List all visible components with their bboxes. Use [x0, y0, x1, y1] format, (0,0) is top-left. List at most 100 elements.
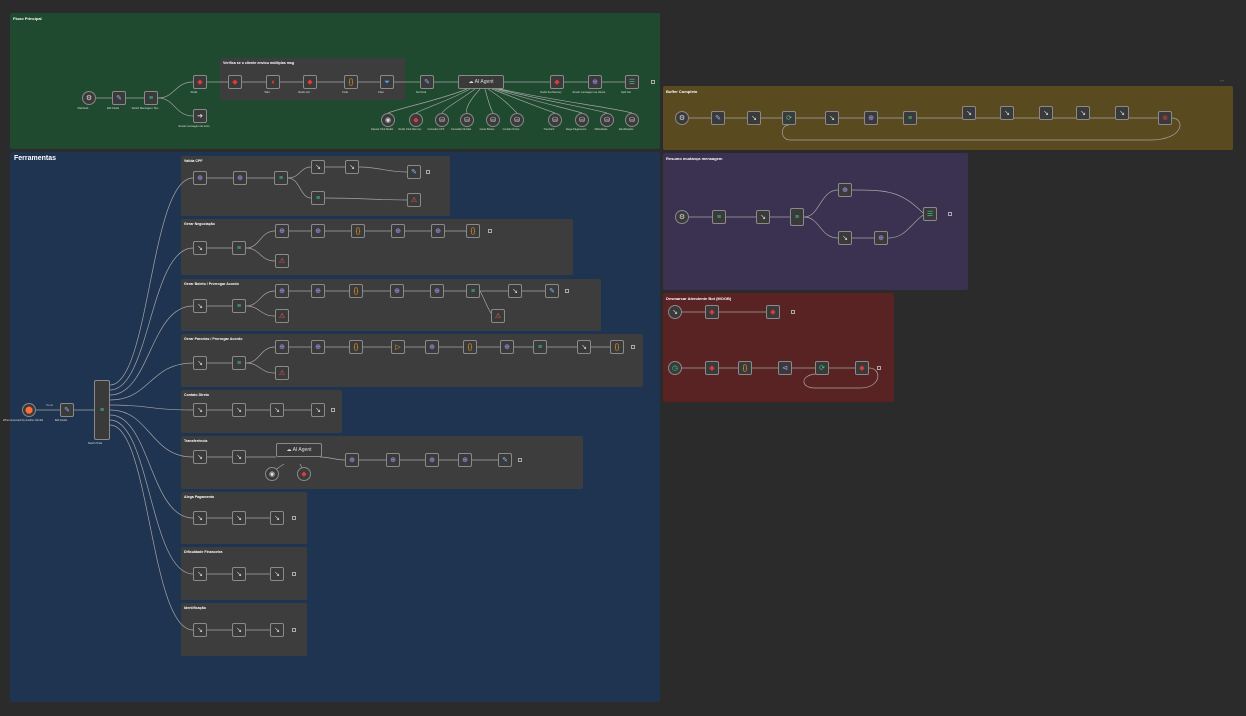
http-node[interactable]: ⊕	[874, 231, 888, 245]
http-node[interactable]: ⊕	[838, 183, 852, 197]
tool-node[interactable]: ↘	[232, 511, 246, 525]
tool-node[interactable]: ↘	[1115, 106, 1129, 120]
tool-node[interactable]: ↘	[193, 241, 207, 255]
tool-node[interactable]: ↘	[838, 231, 852, 245]
switch-tools-node[interactable]: ≡	[94, 380, 110, 440]
http-node[interactable]: ⊕	[233, 171, 247, 185]
http-node[interactable]: ⊕	[345, 453, 359, 467]
tool-subnode[interactable]: ⛁	[486, 113, 500, 127]
tool-node[interactable]: ↘	[756, 210, 770, 224]
if-node[interactable]: ≡	[274, 171, 288, 185]
http-node[interactable]: ⊕	[425, 340, 439, 354]
code-node[interactable]: {}	[738, 361, 752, 375]
code-node[interactable]: {}	[466, 224, 480, 238]
output-connector[interactable]	[331, 408, 335, 412]
output-connector[interactable]	[651, 80, 655, 84]
output-connector[interactable]	[631, 345, 635, 349]
http-node[interactable]: ⊕	[864, 111, 878, 125]
merge-node[interactable]: ▷	[391, 340, 405, 354]
tool-subnode[interactable]: ⛁	[460, 113, 474, 127]
redis-node[interactable]: ◆	[705, 305, 719, 319]
workflow-canvas[interactable]: Fluxo Principal Ferramentas Buffer Compl…	[0, 0, 1246, 716]
tool-node[interactable]: ↘	[577, 340, 591, 354]
schedule-trigger-node[interactable]: ◷	[668, 361, 682, 375]
tool-node[interactable]: ↘	[270, 623, 284, 637]
stop-error-node[interactable]: ⚠	[275, 254, 289, 268]
if-node[interactable]: ≡	[232, 241, 246, 255]
tool-node[interactable]: ↘	[311, 403, 325, 417]
tool-subnode[interactable]: ⛁	[435, 113, 449, 127]
exec-trigger-node[interactable]: ⚙	[675, 210, 689, 224]
wait-node[interactable]: ⏸	[266, 75, 280, 89]
stop-error-node[interactable]: ⚠	[275, 309, 289, 323]
chat-model-subnode[interactable]: ◉	[265, 467, 279, 481]
code-node[interactable]: {}	[463, 340, 477, 354]
http-node[interactable]: ⊕	[391, 224, 405, 238]
redis-node[interactable]: ◆	[705, 361, 719, 375]
http-node[interactable]: ⊕	[311, 340, 325, 354]
set-node[interactable]: ✎	[545, 284, 559, 298]
http-node[interactable]: ⊕	[193, 171, 207, 185]
split-node[interactable]: ☰	[625, 75, 639, 89]
tool-node[interactable]: ↘	[508, 284, 522, 298]
output-connector[interactable]	[565, 289, 569, 293]
output-connector[interactable]	[948, 212, 952, 216]
code-node[interactable]: {}	[351, 224, 365, 238]
tool-node[interactable]: ↘	[193, 403, 207, 417]
if-node[interactable]: ≡	[903, 111, 917, 125]
webhook-trigger-node[interactable]: ⚙	[82, 91, 96, 105]
http-node[interactable]: ⊕	[390, 284, 404, 298]
code-node[interactable]: {}	[349, 340, 363, 354]
memory-subnode[interactable]: ◆	[297, 467, 311, 481]
tool-subnode[interactable]: ⛁	[510, 113, 524, 127]
redis-get-node[interactable]: ◆	[303, 75, 317, 89]
output-connector[interactable]	[292, 628, 296, 632]
tool-node[interactable]: ↘	[232, 450, 246, 464]
http-send-node[interactable]: ⊕	[588, 75, 602, 89]
set-node[interactable]: ✎	[407, 165, 421, 179]
exec-trigger-node[interactable]: ⚙	[675, 111, 689, 125]
chat-model-subnode[interactable]: ◉	[381, 113, 395, 127]
redis-node[interactable]: ◆	[766, 305, 780, 319]
if-node[interactable]: ≡	[232, 299, 246, 313]
http-node[interactable]: ⊕	[425, 453, 439, 467]
http-node[interactable]: ⊕	[431, 224, 445, 238]
http-node[interactable]: ⊕	[275, 340, 289, 354]
if-node[interactable]: ≡	[712, 210, 726, 224]
switch-node[interactable]: ≡	[790, 208, 804, 226]
ai-agent-node[interactable]: ☁ AI Agent	[458, 75, 504, 89]
tool-node[interactable]: ↘	[193, 623, 207, 637]
redis-node[interactable]: ◆	[193, 75, 207, 89]
http-node[interactable]: ⊕	[430, 284, 444, 298]
if-node[interactable]: ≡	[533, 340, 547, 354]
tool-node[interactable]: ↘	[270, 403, 284, 417]
tool-node[interactable]: ↘	[232, 567, 246, 581]
output-connector[interactable]	[292, 516, 296, 520]
switch-node[interactable]: ≡	[144, 91, 158, 105]
http-node[interactable]: ⊕	[311, 224, 325, 238]
output-connector[interactable]	[488, 229, 492, 233]
http-node[interactable]: ⊕	[275, 224, 289, 238]
tool-subnode[interactable]: ⛁	[625, 113, 639, 127]
http-node[interactable]: ⊕	[500, 340, 514, 354]
code-node[interactable]: {}	[349, 284, 363, 298]
exec-trigger-node[interactable]: ↘	[668, 305, 682, 319]
ai-agent-node[interactable]: ☁ AI Agent	[276, 443, 322, 457]
output-connector[interactable]	[292, 572, 296, 576]
edit-fields-node[interactable]: ✎	[112, 91, 126, 105]
tool-node[interactable]: ↘	[193, 567, 207, 581]
http-node[interactable]: ⊕	[386, 453, 400, 467]
no-op-node[interactable]: ➔	[193, 109, 207, 123]
stop-error-node[interactable]: ⚠	[407, 193, 421, 207]
output-connector[interactable]	[426, 170, 430, 174]
code-node[interactable]: {}	[344, 75, 358, 89]
tool-node[interactable]: ↘	[1076, 106, 1090, 120]
set-node[interactable]: ✎	[498, 453, 512, 467]
if-node[interactable]: ≡	[311, 191, 325, 205]
if-node[interactable]: ≡	[232, 356, 246, 370]
merge-node[interactable]: ☰	[923, 207, 937, 221]
set-node[interactable]: ✎	[711, 111, 725, 125]
output-connector[interactable]	[877, 366, 881, 370]
output-connector[interactable]	[791, 310, 795, 314]
tool-node[interactable]: ↘	[1000, 106, 1014, 120]
